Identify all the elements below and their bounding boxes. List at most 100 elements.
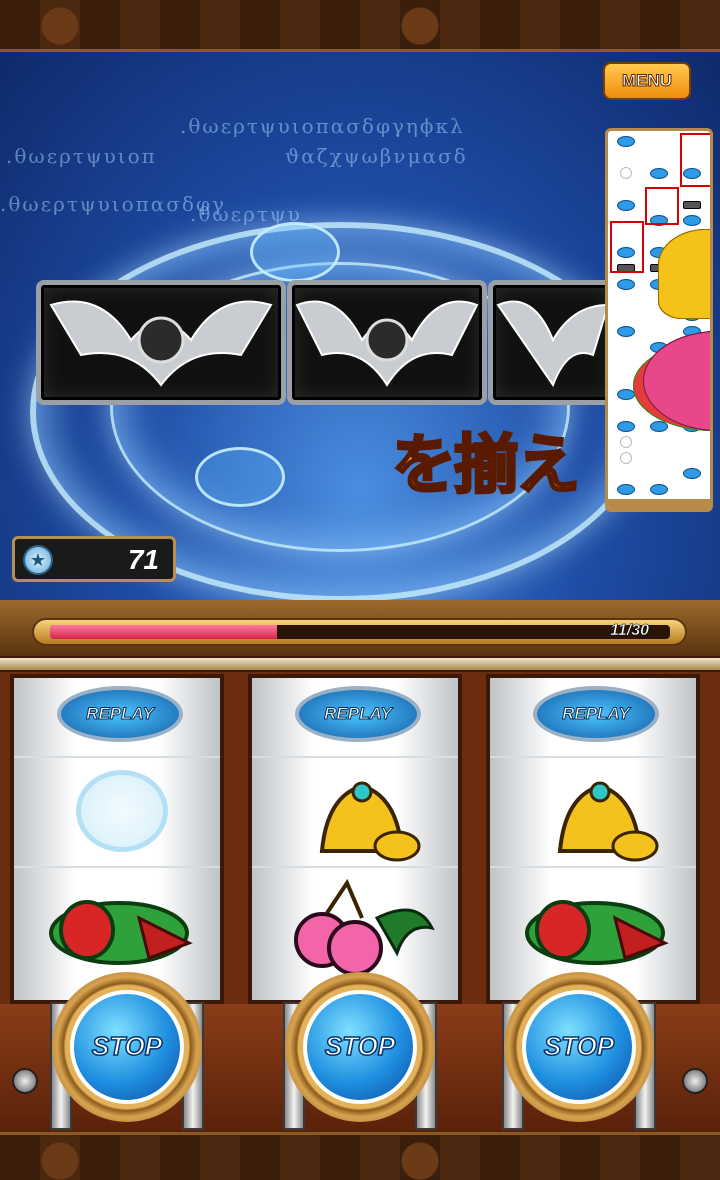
strip-row [610,229,710,482]
stop-housing-center: STOP [271,972,449,1132]
cherry-symbol-icon [294,878,435,976]
sigil-icon [250,222,340,282]
reel-left: REPLAY [10,674,224,1004]
coin-value: 71 [127,544,159,575]
bar-emblem-icon [287,280,487,405]
strip-cell [643,229,710,482]
replay-icon [617,199,636,211]
gauge-track [50,625,670,639]
strip-cell [610,229,710,355]
rune-text: ϑαζχψωβνμασδ [285,144,468,168]
strip-cell [643,331,710,466]
melon-symbol-icon [525,900,669,965]
bell-symbol-icon [557,781,659,862]
bell-symbol-icon [319,781,421,862]
strip-cell [610,418,643,434]
strip-row [610,331,710,466]
strip-cell [610,292,710,431]
strip-cell [675,197,708,213]
strip-cell [610,434,643,450]
bonus-gauge: 11/30 [32,618,687,646]
strip-cell [633,341,710,466]
reel-right: REPLAY [486,674,700,1004]
reel-divider [252,866,458,868]
gauge-fill [50,625,278,639]
menu-button[interactable]: MENU [603,62,691,100]
bar-emblem-icon [488,280,618,405]
replay-symbol: REPLAY [533,686,659,742]
strip-cell [610,166,643,182]
blank-icon [620,167,633,180]
strip-cell [610,229,710,482]
star-coin-icon: ★ [23,545,53,575]
strip-cell [610,150,710,431]
stop-housing-left: STOP [38,972,216,1132]
blank-icon [620,436,633,449]
strip-cell [610,482,643,498]
reel-divider [14,866,220,868]
bottom-gear-bar [0,1132,720,1180]
reel-divider [14,756,220,758]
blank-icon [620,451,633,464]
replay-icon [617,483,636,495]
strip-cell [643,331,710,498]
rune-text: .θωερτψυιοπ [6,144,157,168]
strip-cell [610,181,710,319]
stop-button-center[interactable]: STOP [303,990,417,1104]
strip-cell [610,276,643,292]
replay-symbol: REPLAY [295,686,421,742]
strip-highlight [680,133,710,187]
strip-cell [643,166,676,182]
stop-housing-right: STOP [490,972,668,1132]
hex-bolt-icon [12,1068,38,1094]
replay-icon [617,136,636,148]
strip-cell [610,134,643,150]
strip-cell [610,331,710,431]
strip-highlight [645,187,679,225]
machine-frame-top: 11/30 [0,600,720,660]
strip-cell [675,466,708,482]
replay-icon [617,420,636,432]
strip-cell [633,150,710,431]
stop-button-right[interactable]: STOP [522,990,636,1104]
machine-rail [0,658,720,672]
replay-icon [650,483,668,495]
hex-bolt-icon [682,1068,708,1094]
bar-icon [682,201,701,210]
strip-highlight [610,221,644,273]
align-message: を揃え [391,428,582,505]
strip-row [610,229,710,450]
strip-cell [675,213,708,229]
strip-cell [643,229,710,450]
strip-cell [643,482,676,498]
gauge-text: 11/30 [610,622,649,640]
stop-button-left[interactable]: STOP [70,990,184,1104]
strip-cell [643,229,710,340]
replay-icon [617,278,636,290]
strip-cell [610,197,643,213]
strip-cell [610,229,710,324]
replay-icon [682,215,701,227]
reel-center: REPLAY [248,674,462,1004]
reel-divider [490,866,696,868]
reel-strip-table [605,128,713,512]
slot-machine: 11/30 REPLAY REPLAY REPLAY STOP STOP STO… [0,600,720,1132]
replay-icon [682,468,701,480]
replay-icon [617,325,636,337]
melon-symbol-icon [49,900,193,965]
bar-emblem-icon [36,280,286,405]
sigil-icon [195,447,285,507]
strip-cell [610,450,643,466]
strip-row [610,331,710,498]
top-gear-bar [0,0,720,52]
reel-divider [252,756,458,758]
strip-footer [608,499,710,509]
reel-divider [490,756,696,758]
replay-symbol: REPLAY [57,686,183,742]
blank-symbol-icon [76,770,168,852]
replay-icon [650,167,668,179]
strip-cell [643,134,710,431]
strip-cell [658,229,710,450]
strip-cell [610,324,643,340]
coin-counter: ★ 71 [12,536,176,582]
